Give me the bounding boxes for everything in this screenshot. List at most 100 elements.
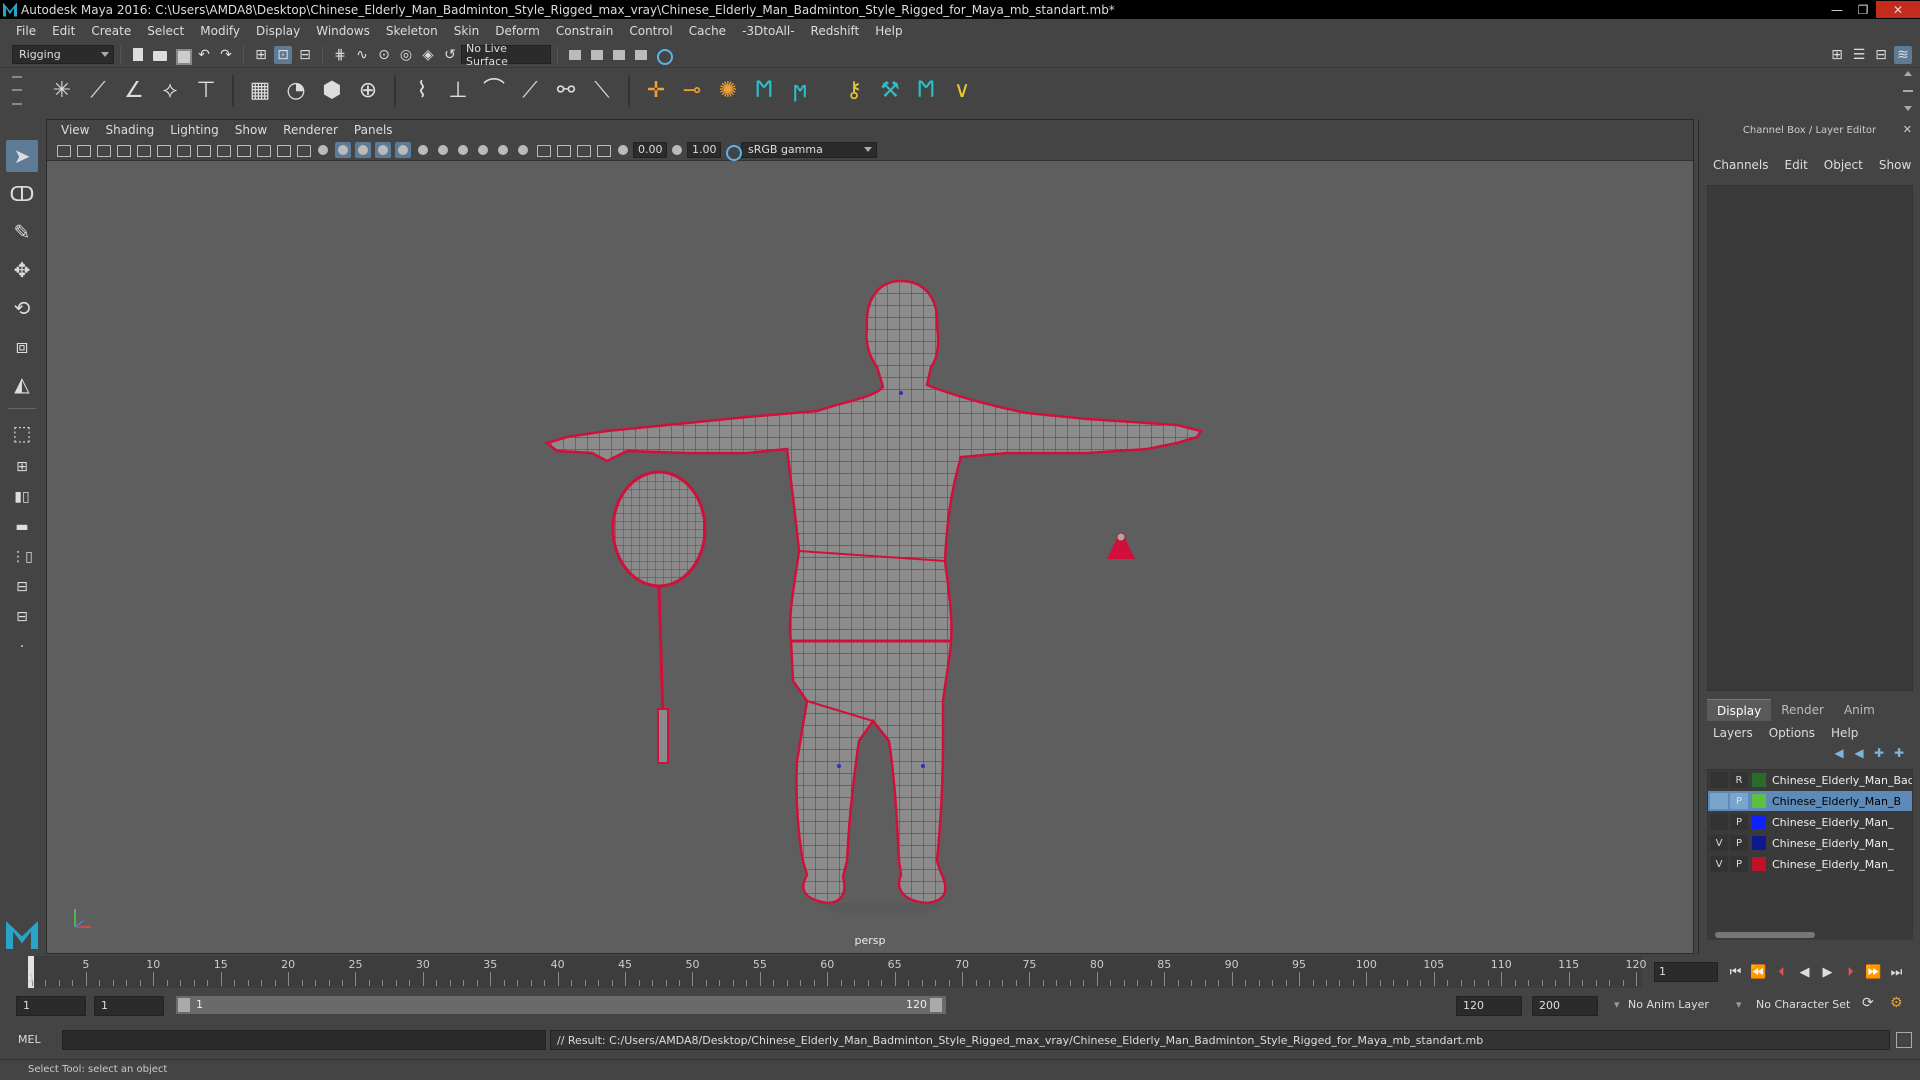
layer-visibility-toggle[interactable]: V [1710,856,1728,872]
command-input[interactable] [62,1030,546,1050]
layer-visibility-toggle[interactable]: V [1710,835,1728,851]
hik-icon[interactable]: Ϻ [751,78,777,104]
step-forward-icon[interactable]: ⏩ [1862,965,1885,980]
range-slider-bar[interactable]: 1 120 [176,996,946,1014]
image-plane-icon[interactable] [115,142,131,158]
layer-row[interactable]: V P Chinese_Elderly_Man_ [1708,833,1912,853]
joint-tool-icon[interactable]: ✳ [49,78,75,104]
wire-icon[interactable]: ⊕ [355,78,381,104]
range-start-handle[interactable] [178,998,190,1012]
viewport-canvas[interactable]: persp [47,161,1693,953]
shelf-menu-handle[interactable] [10,71,24,111]
snap-point-icon[interactable]: ⊙ [375,46,393,64]
layer-playback-toggle[interactable]: R [1730,772,1748,788]
menu-cache[interactable]: Cache [681,24,734,38]
layer-playback-toggle[interactable]: P [1730,856,1748,872]
menu-windows[interactable]: Windows [308,24,378,38]
anim-layer-dropdown[interactable]: No Anim Layer [1628,998,1709,1011]
time-ruler[interactable]: 5 10 15 20 25 30 35 40 45 50 55 60 65 70 75 80 85 90 95 100… [28,956,1647,988]
current-frame-field[interactable]: 1 [1654,962,1718,982]
paint-weights-icon[interactable]: ⌒ [481,78,507,104]
snap-grid-icon[interactable]: ⋕ [331,46,349,64]
blend-shape-icon[interactable]: ⚒ [877,78,903,104]
bind-skin-icon[interactable]: ⌇ [409,78,435,104]
shelf-options-icon[interactable] [1903,89,1913,92]
view-transform-dropdown[interactable]: sRGB gamma [741,141,877,158]
channel-menu-object[interactable]: Object [1824,158,1863,172]
step-forward-key-icon[interactable]: ⏵ [1839,965,1862,980]
go-to-end-icon[interactable]: ⏭ [1885,965,1908,980]
single-view-icon[interactable]: ⬚ [6,417,38,449]
smooth-bind-icon[interactable]: ⊥ [445,78,471,104]
field-chart-icon[interactable] [255,142,271,158]
gate-mask-icon[interactable] [235,142,251,158]
layer-row[interactable]: P Chinese_Elderly_Man_ [1708,812,1912,832]
color-management-icon[interactable] [723,142,742,161]
script-editor-icon[interactable] [1896,1032,1912,1048]
layer-playback-toggle[interactable]: P [1730,814,1748,830]
menu-control[interactable]: Control [621,24,680,38]
tab-anim[interactable]: Anim [1834,699,1885,721]
wireframe-icon[interactable] [315,142,331,158]
tool-settings-icon[interactable]: ⊟ [1872,46,1890,64]
use-lights-icon[interactable] [415,142,431,158]
four-view-icon[interactable]: ⊞ [6,455,38,479]
xray-active-icon[interactable] [555,142,571,158]
viewport-menu-shading[interactable]: Shading [97,123,162,137]
channel-menu-edit[interactable]: Edit [1785,158,1808,172]
move-layer-up-icon[interactable]: ◀ [1829,746,1849,762]
maximize-button[interactable]: ❐ [1850,1,1876,18]
menu-edit[interactable]: Edit [44,24,83,38]
menu-select[interactable]: Select [139,24,192,38]
last-tool-icon[interactable]: ◭ [6,368,38,400]
depth-of-field-icon[interactable] [515,142,531,158]
layer-color-swatch[interactable] [1752,794,1766,808]
viewport-menu-show[interactable]: Show [227,123,275,137]
character-set-dropdown[interactable]: No Character Set [1756,998,1850,1011]
layer-menu-help[interactable]: Help [1831,726,1858,740]
bookmark-icon[interactable] [95,142,111,158]
play-backwards-icon[interactable]: ◀ [1793,965,1816,980]
hypershade-icon[interactable] [654,46,673,65]
play-forwards-icon[interactable]: ▶ [1816,965,1839,980]
screen-space-ao-icon[interactable] [455,142,471,158]
open-scene-icon[interactable] [151,46,169,64]
save-scene-icon[interactable] [173,46,192,65]
camera-icon[interactable] [55,142,71,158]
cluster-icon[interactable]: ◔ [283,78,309,104]
playback-end-field[interactable]: 120 [1456,996,1522,1016]
layer-menu-layers[interactable]: Layers [1713,726,1753,740]
mirror-weights-icon[interactable]: ⟋ [517,78,543,104]
move-tool-icon[interactable]: ✥ [6,254,38,286]
undo-icon[interactable]: ↶ [195,46,213,64]
wrap-icon[interactable]: ⬢ [319,78,345,104]
chevron-up-icon[interactable] [1904,70,1912,76]
chevron-down-icon[interactable]: ▾ [1736,998,1742,1011]
channel-menu-channels[interactable]: Channels [1713,158,1769,172]
paint-select-icon[interactable]: ✎ [6,216,38,248]
menu-create[interactable]: Create [83,24,139,38]
layer-color-swatch[interactable] [1752,857,1766,871]
hud-icon[interactable] [595,142,611,158]
snap-view-icon[interactable]: ◎ [397,46,415,64]
menu-modify[interactable]: Modify [192,24,248,38]
channel-list[interactable] [1707,185,1913,691]
more-layouts-icon[interactable]: · [6,635,38,659]
new-scene-icon[interactable] [129,46,147,64]
layer-playback-toggle[interactable]: P [1730,793,1748,809]
xray-icon[interactable] [375,141,391,158]
layer-color-swatch[interactable] [1752,773,1766,787]
script-language-toggle[interactable]: MEL [18,1033,41,1046]
persp-graph-icon[interactable]: ▬ [6,515,38,539]
go-to-start-icon[interactable]: ⏮ [1724,965,1747,980]
layer-scrollbar[interactable] [1707,930,1913,940]
layer-playback-toggle[interactable]: P [1730,835,1748,851]
tab-render[interactable]: Render [1771,699,1834,721]
xray-joints-icon[interactable] [395,141,411,158]
menu-help[interactable]: Help [867,24,910,38]
new-layer-icon[interactable]: ✚ [1869,746,1889,762]
menu-display[interactable]: Display [248,24,308,38]
grid-icon[interactable] [175,142,191,158]
orient-constraint-icon[interactable]: ✺ [715,78,741,104]
texture-icon[interactable] [575,142,591,158]
